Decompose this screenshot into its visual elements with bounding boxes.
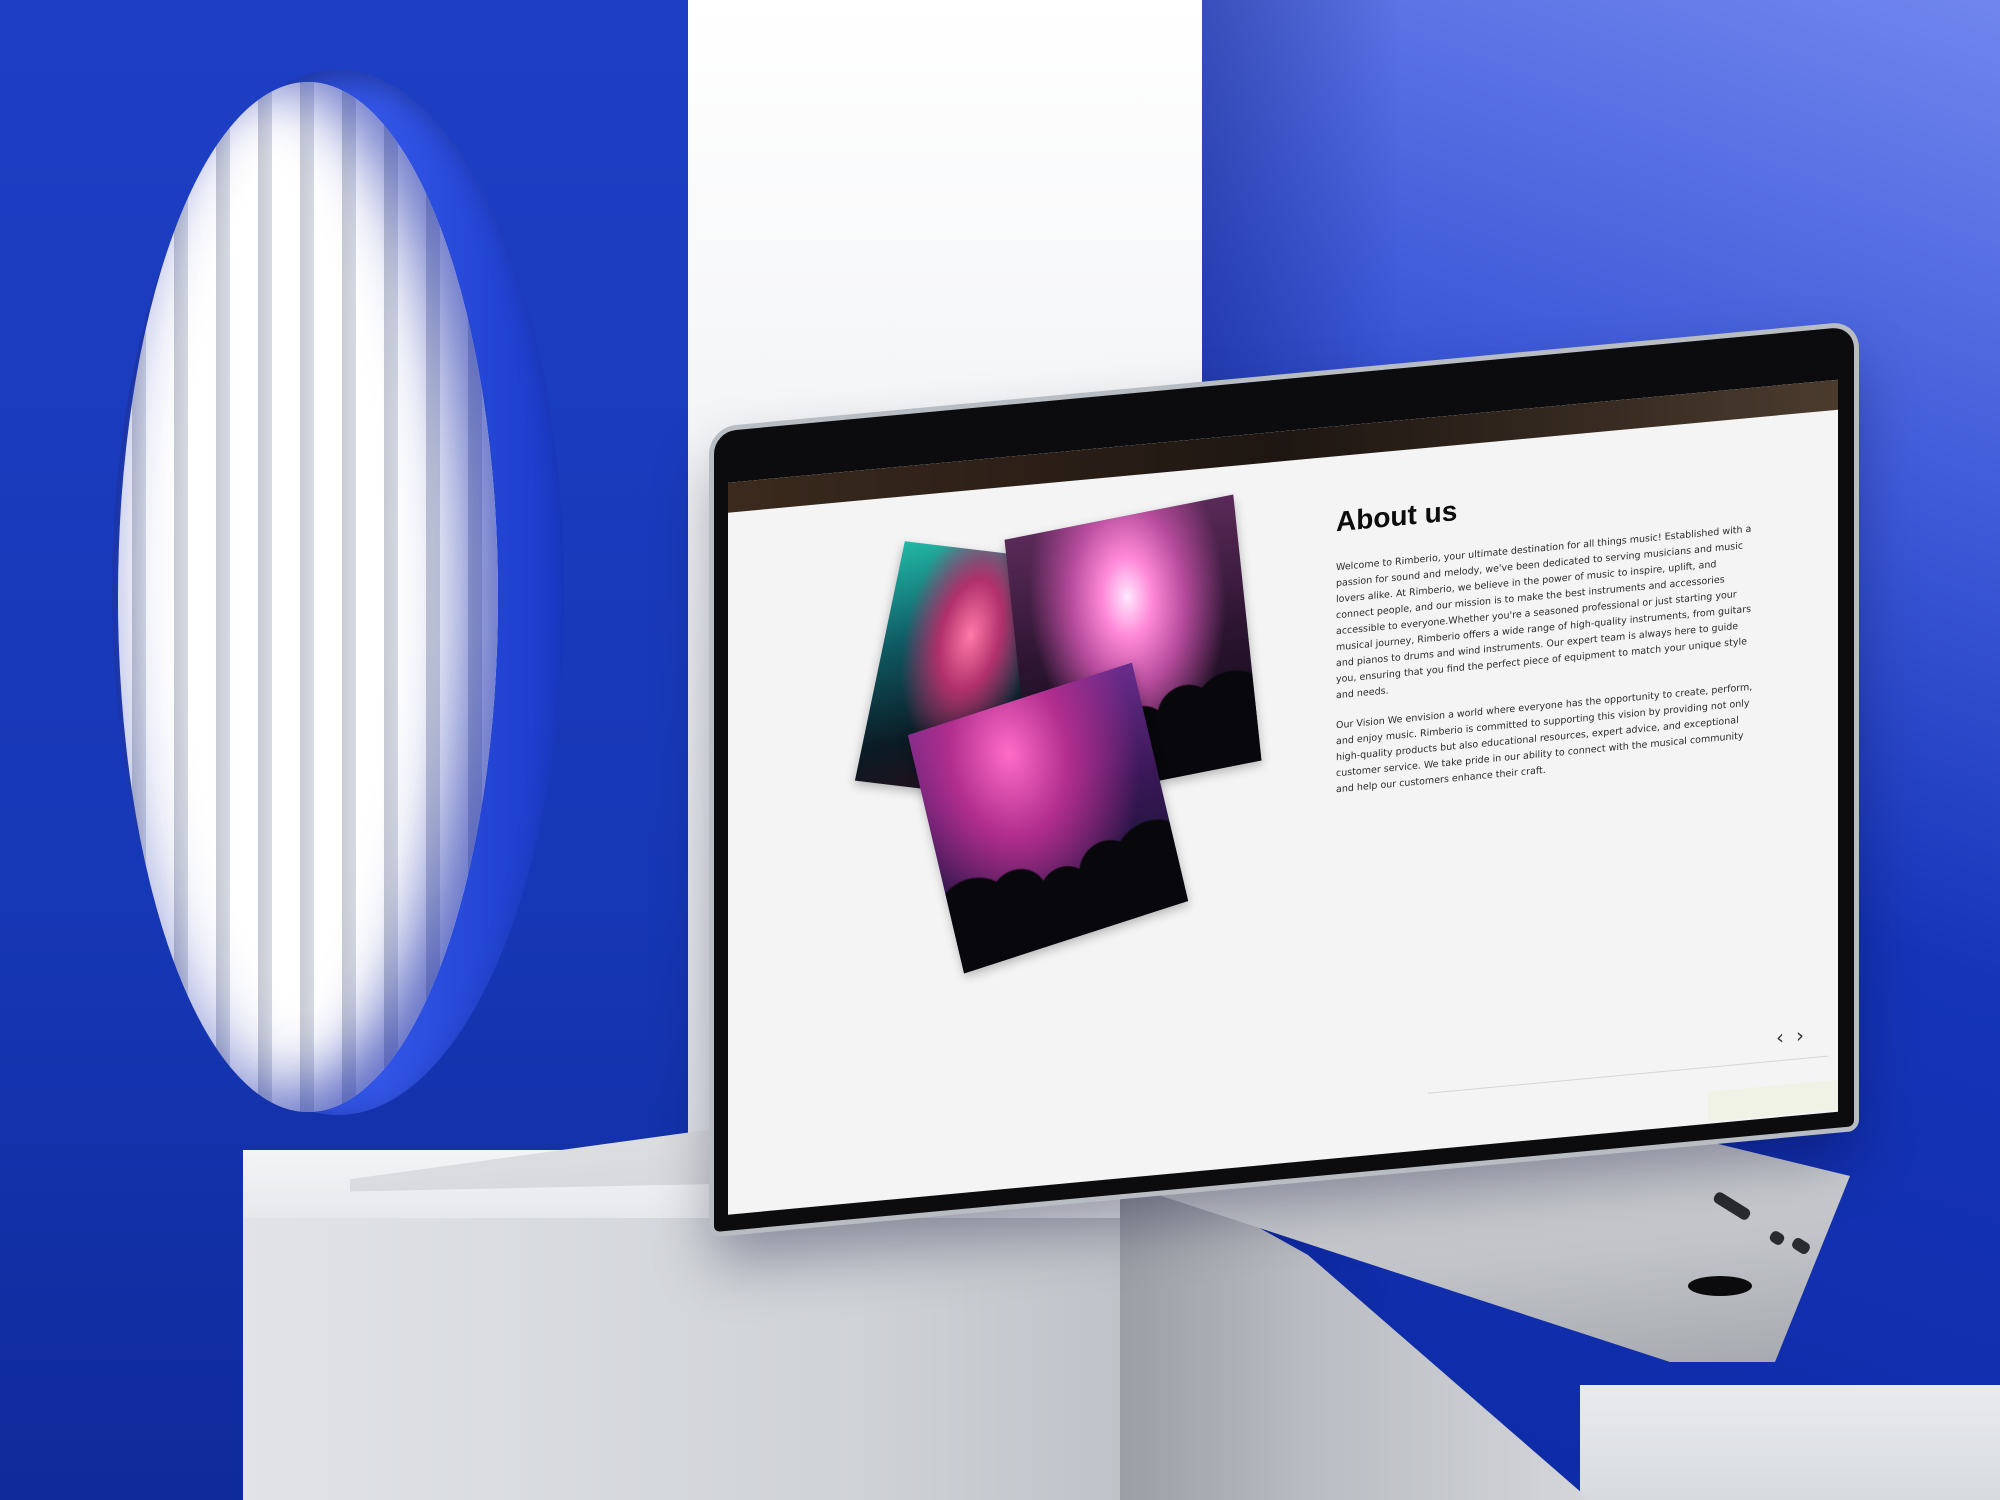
pedestal-front <box>243 1218 1123 1500</box>
chevron-right-icon[interactable]: › <box>1796 1023 1804 1048</box>
laptop-foot <box>1688 1276 1752 1296</box>
window-shadow <box>118 82 498 1112</box>
laptop-screen: About us Welcome to Rimberio, your ultim… <box>728 379 1838 1215</box>
about-section: About us Welcome to Rimberio, your ultim… <box>1336 467 1756 812</box>
crowd-silhouette <box>935 781 1189 974</box>
footer-block <box>1708 1079 1838 1122</box>
chevron-left-icon[interactable]: ‹ <box>1776 1025 1784 1050</box>
carousel-controls: ‹ › <box>1776 1023 1804 1050</box>
mockup-scene: About us Welcome to Rimberio, your ultim… <box>0 0 2000 1500</box>
oval-window <box>118 82 498 1112</box>
laptop-display: About us Welcome to Rimberio, your ultim… <box>714 326 1854 1233</box>
floor-surface <box>1580 1385 2000 1500</box>
about-paragraph-intro: Welcome to Rimberio, your ultimate desti… <box>1336 523 1752 702</box>
